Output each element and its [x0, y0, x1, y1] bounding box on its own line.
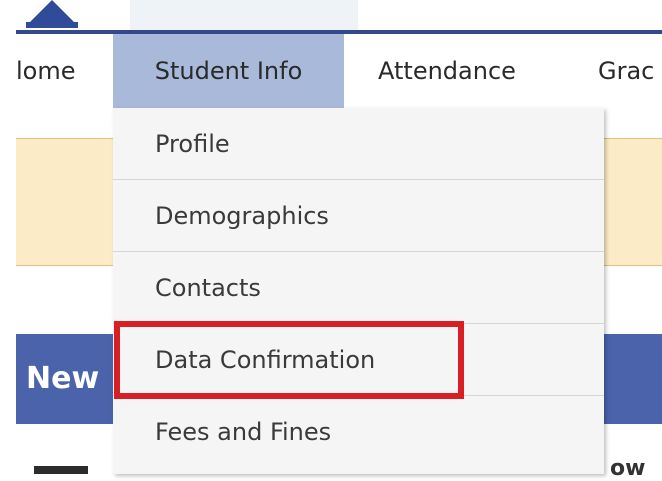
menu-item-demographics[interactable]: Demographics [113, 180, 604, 252]
menu-item-profile[interactable]: Profile [113, 108, 604, 180]
logo [30, 0, 74, 22]
student-info-dropdown: Profile Demographics Contacts Data Confi… [113, 108, 604, 474]
news-title: New [26, 361, 100, 396]
content-fragment [34, 466, 88, 474]
nav-home[interactable]: lome [16, 34, 76, 108]
nav-grades[interactable]: Grac [598, 34, 654, 108]
menu-item-contacts[interactable]: Contacts [113, 252, 604, 324]
main-nav: lome Student Info Attendance Grac [0, 34, 662, 108]
header-panel [130, 0, 358, 30]
content-text-fragment: ow [610, 456, 646, 481]
highlight-box [114, 321, 464, 399]
top-header [0, 0, 662, 30]
logo-base [26, 22, 78, 28]
menu-item-fees-and-fines[interactable]: Fees and Fines [113, 396, 604, 468]
nav-student-info[interactable]: Student Info [113, 34, 344, 108]
nav-attendance[interactable]: Attendance [378, 34, 516, 108]
